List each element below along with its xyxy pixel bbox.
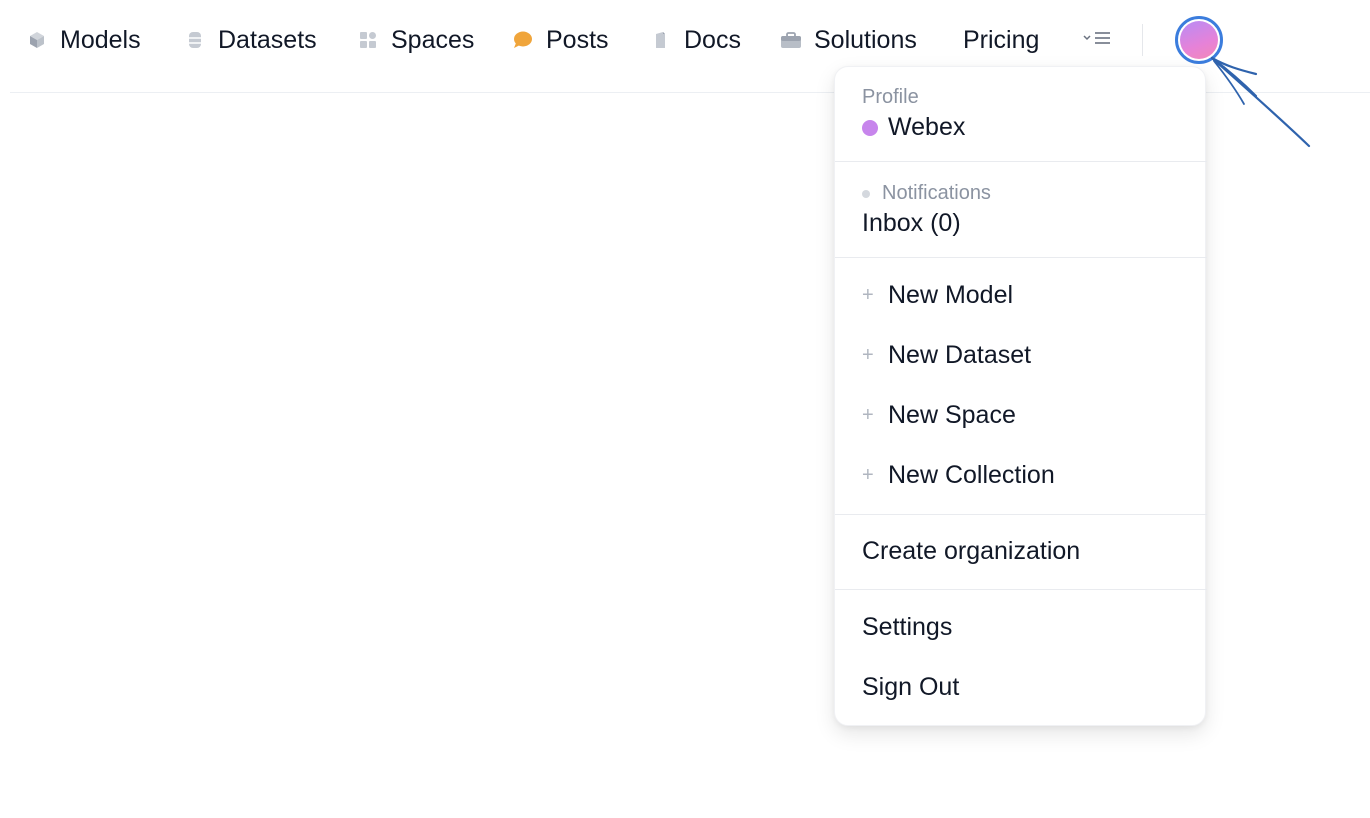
- annotation-arrow-icon: [1210, 56, 1311, 148]
- page: Models Datasets Spaces Posts Docs Soluti…: [0, 0, 1370, 818]
